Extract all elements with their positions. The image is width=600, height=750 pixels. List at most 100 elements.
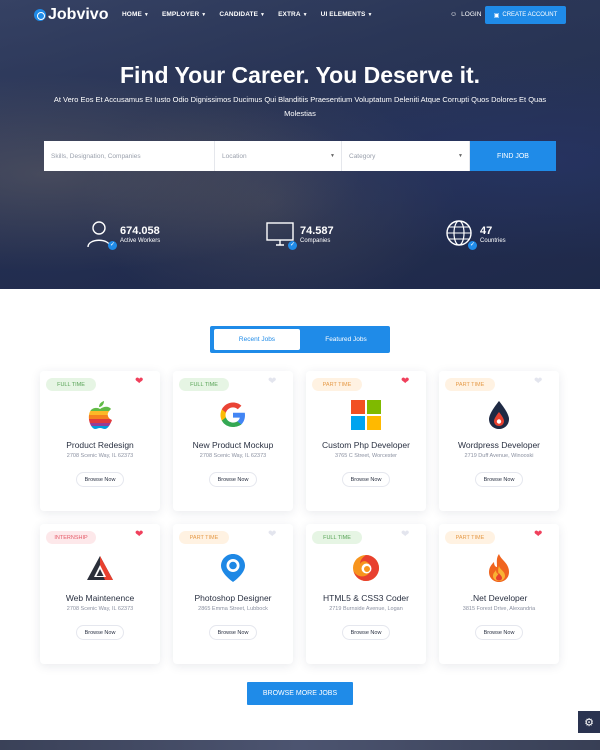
job-address: 2719 Duff Avenue, Winooski	[464, 453, 534, 459]
map-pin-logo-icon	[217, 552, 249, 584]
lock-icon: ▣	[493, 12, 500, 19]
job-title[interactable]: .Net Developer	[439, 593, 559, 603]
chevron-down-icon: ▼	[143, 11, 149, 18]
stat-companies: ✓ 74.587 Companies	[266, 220, 334, 250]
job-card[interactable]: PART TIME ❤ Wordpress Developer 2719 Duf…	[439, 371, 559, 511]
footer-preview-band	[0, 740, 600, 750]
menu-item-ui-elements[interactable]: UI ELEMENTS ▼	[321, 11, 373, 18]
job-address: 3765 C Street, Worcester	[335, 453, 397, 459]
job-type-badge: INTERNSHIP	[46, 531, 96, 544]
heart-icon[interactable]: ❤	[268, 376, 276, 387]
job-title[interactable]: Product Redesign	[40, 440, 160, 450]
hero-title: Find Your Career. You Deserve it.	[119, 62, 481, 88]
browse-now-button[interactable]: Browse Now	[342, 625, 390, 640]
chevron-down-icon: ▼	[367, 11, 373, 18]
job-address: 2708 Scenic Way, IL 62373	[66, 606, 134, 612]
heart-icon[interactable]: ❤	[401, 376, 409, 387]
heart-icon[interactable]: ❤	[534, 529, 542, 540]
settings-gear-icon[interactable]: ⚙	[578, 711, 600, 733]
search-logo-icon	[34, 9, 46, 21]
job-search-bar: Skills, Designation, Companies Location ▼…	[44, 141, 556, 171]
top-navbar: Jobvivo HOME ▼ EMPLOYER ▼ CANDIDATE ▼ EXTRA…	[0, 0, 600, 30]
monitor-icon: ✓	[266, 220, 297, 250]
job-address: 2708 Scenic Way, IL 62373	[199, 453, 267, 459]
user-icon: ☺	[450, 11, 458, 18]
menu-item-employer[interactable]: EMPLOYER ▼	[162, 11, 206, 18]
login-link[interactable]: ☺ LOGIN	[450, 11, 481, 18]
keywords-input[interactable]: Skills, Designation, Companies	[44, 141, 215, 171]
job-address: 2865 Emma Street, Lubbock	[198, 606, 268, 612]
heart-icon[interactable]: ❤	[534, 376, 542, 387]
heart-icon[interactable]: ❤	[135, 376, 143, 387]
job-address: 3815 Forest Drive, Alexandria	[462, 606, 536, 612]
browse-now-button[interactable]: Browse Now	[76, 472, 124, 487]
job-type-badge: PART TIME	[179, 531, 229, 544]
menu-item-extra[interactable]: EXTRA ▼	[278, 11, 308, 18]
jobs-tab-switcher: Recent Jobs Featured Jobs	[210, 326, 390, 353]
caret-down-icon: ▼	[458, 153, 463, 159]
check-icon: ✓	[468, 241, 477, 250]
microsoft-logo-icon	[350, 399, 382, 431]
browse-now-button[interactable]: Browse Now	[209, 625, 257, 640]
brand-logo[interactable]: Jobvivo	[34, 6, 108, 24]
google-logo-icon	[217, 399, 249, 431]
job-title[interactable]: New Product Mockup	[173, 440, 293, 450]
job-card[interactable]: PART TIME ❤ .Net Developer 3815 Forest D…	[439, 524, 559, 664]
hero-section: Jobvivo HOME ▼ EMPLOYER ▼ CANDIDATE ▼ EXTRA…	[0, 0, 600, 289]
job-card[interactable]: PART TIME ❤ Photoshop Designer 2865 Emma…	[173, 524, 293, 664]
caret-down-icon: ▼	[330, 153, 335, 159]
brand-name: Jobvivo	[48, 6, 109, 23]
apple-logo-icon	[84, 399, 116, 431]
job-title[interactable]: HTML5 & CSS3 Coder	[306, 593, 426, 603]
flame-logo-icon	[483, 552, 515, 584]
browse-now-button[interactable]: Browse Now	[475, 472, 523, 487]
job-type-badge: PART TIME	[445, 531, 495, 544]
browse-now-button[interactable]: Browse Now	[475, 625, 523, 640]
job-type-badge: FULL TIME	[179, 378, 229, 391]
job-title[interactable]: Photoshop Designer	[173, 593, 293, 603]
heart-icon[interactable]: ❤	[401, 529, 409, 540]
drop-logo-icon	[483, 399, 515, 431]
job-type-badge: PART TIME	[445, 378, 495, 391]
menu-item-candidate[interactable]: CANDIDATE ▼	[219, 11, 265, 18]
job-type-badge: FULL TIME	[312, 531, 362, 544]
stat-countries: ✓ 47 Countries	[446, 220, 506, 250]
job-card[interactable]: FULL TIME ❤ HTML5 & CSS3 Coder 2719 Burn…	[306, 524, 426, 664]
job-address: 2708 Scenic Way, IL 62373	[66, 453, 134, 459]
worker-icon: ✓	[86, 220, 117, 250]
browse-now-button[interactable]: Browse Now	[209, 472, 257, 487]
check-icon: ✓	[288, 241, 297, 250]
create-account-button[interactable]: ▣ CREATE ACCOUNT	[485, 6, 566, 24]
browse-now-button[interactable]: Browse Now	[342, 472, 390, 487]
stat-active-workers: ✓ 674.058 Active Workers	[86, 220, 160, 250]
heart-icon[interactable]: ❤	[135, 529, 143, 540]
globe-icon: ✓	[446, 220, 477, 250]
job-card[interactable]: FULL TIME ❤ Product Redesign 2708 Scenic…	[40, 371, 160, 511]
job-title[interactable]: Web Maintenence	[40, 593, 160, 603]
heart-icon[interactable]: ❤	[268, 529, 276, 540]
triangle-logo-icon	[84, 552, 116, 584]
chevron-down-icon: ▼	[201, 11, 207, 18]
job-title[interactable]: Custom Php Developer	[306, 440, 426, 450]
job-card[interactable]: FULL TIME ❤ New Product Mockup 2708 Scen…	[173, 371, 293, 511]
job-address: 2719 Burnside Avenue, Logan	[329, 606, 403, 612]
check-icon: ✓	[108, 241, 117, 250]
job-title[interactable]: Wordpress Developer	[439, 440, 559, 450]
category-select[interactable]: Category ▼	[342, 141, 470, 171]
browse-more-jobs-button[interactable]: BROWSE MORE JOBS	[247, 682, 353, 705]
menu-item-home[interactable]: HOME ▼	[122, 11, 149, 18]
job-type-badge: PART TIME	[312, 378, 362, 391]
job-card[interactable]: PART TIME ❤ Custom Php Developer 3765 C …	[306, 371, 426, 511]
tab-featured-jobs[interactable]: Featured Jobs	[306, 329, 386, 350]
hero-subtitle: At Vero Eos Et Accusamus Et Iusto Odio D…	[53, 95, 547, 118]
location-select[interactable]: Location ▼	[215, 141, 342, 171]
chevron-down-icon: ▼	[260, 11, 266, 18]
tab-recent-jobs[interactable]: Recent Jobs	[214, 329, 300, 350]
main-menu: HOME ▼ EMPLOYER ▼ CANDIDATE ▼ EXTRA ▼ UI ELE…	[122, 11, 386, 18]
job-type-badge: FULL TIME	[46, 378, 96, 391]
job-card[interactable]: INTERNSHIP ❤ Web Maintenence 2708 Scenic…	[40, 524, 160, 664]
chevron-down-icon: ▼	[302, 11, 308, 18]
find-job-button[interactable]: FIND JOB	[470, 141, 556, 171]
browse-now-button[interactable]: Browse Now	[76, 625, 124, 640]
firefox-logo-icon	[350, 552, 382, 584]
